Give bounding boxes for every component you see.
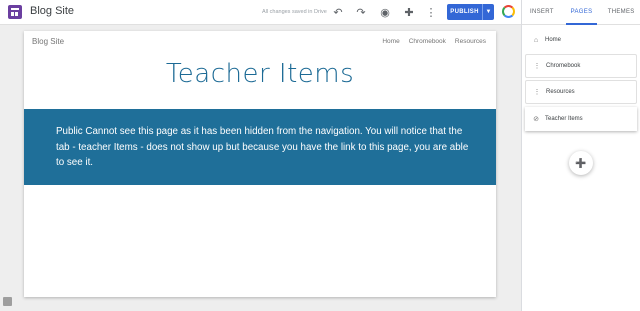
site-canvas: Blog Site Home Chromebook Resources Teac… [24, 31, 496, 297]
page-item-teacher-items[interactable]: ⊘ Teacher Items [525, 107, 637, 131]
text-banner[interactable]: Public Cannot see this page as it has be… [24, 109, 496, 185]
banner-text[interactable]: Public Cannot see this page as it has be… [56, 124, 476, 171]
sites-logo-icon[interactable] [8, 5, 22, 19]
page-item-label: Resources [546, 89, 575, 95]
add-page-button[interactable]: ➕ [569, 151, 593, 175]
page-item-chromebook[interactable]: ⋮ Chromebook [525, 54, 637, 78]
page-item-home[interactable]: ⌂ Home [525, 28, 637, 52]
hidden-link-icon: ⊘ [533, 116, 539, 123]
side-panel: INSERT PAGES THEMES ⌂ Home ⋮ Chromebook … [521, 0, 640, 311]
tab-pages[interactable]: PAGES [562, 0, 602, 25]
panel-tabs: INSERT PAGES THEMES [522, 0, 640, 25]
page-item-label: Home [545, 37, 562, 43]
nav-link-chromebook[interactable]: Chromebook [409, 38, 446, 45]
undo-icon[interactable]: ↶ [330, 4, 346, 20]
preview-icon[interactable]: ◉ [377, 4, 393, 20]
drag-handle-icon[interactable]: ⋮ [528, 88, 546, 96]
home-icon: ⌂ [533, 36, 539, 44]
feedback-icon[interactable] [3, 297, 12, 306]
tab-themes[interactable]: THEMES [601, 0, 640, 24]
page-item-resources[interactable]: ⋮ Resources [525, 80, 637, 104]
nav-link-resources[interactable]: Resources [455, 38, 486, 45]
redo-icon[interactable]: ↷ [353, 4, 369, 20]
site-navigation: Home Chromebook Resources [382, 38, 486, 45]
add-page-icon: ➕ [575, 157, 587, 168]
site-name[interactable]: Blog Site [30, 5, 74, 17]
publish-dropdown-icon[interactable]: ▼ [482, 4, 494, 20]
saved-status: All changes saved in Drive [262, 9, 327, 15]
page-title[interactable]: Teacher Items [24, 59, 496, 89]
tab-insert[interactable]: INSERT [522, 0, 562, 24]
page-item-label: Chromebook [546, 63, 581, 69]
help-icon[interactable] [502, 5, 515, 18]
share-icon[interactable]: ✚ [401, 4, 417, 20]
page-item-label: Teacher Items [545, 116, 583, 122]
site-header-title[interactable]: Blog Site [32, 37, 64, 46]
more-icon[interactable]: ⋮ [423, 4, 439, 20]
nav-link-home[interactable]: Home [382, 38, 399, 45]
publish-button[interactable]: PUBLISH [447, 4, 482, 20]
drag-handle-icon[interactable]: ⋮ [528, 62, 546, 70]
